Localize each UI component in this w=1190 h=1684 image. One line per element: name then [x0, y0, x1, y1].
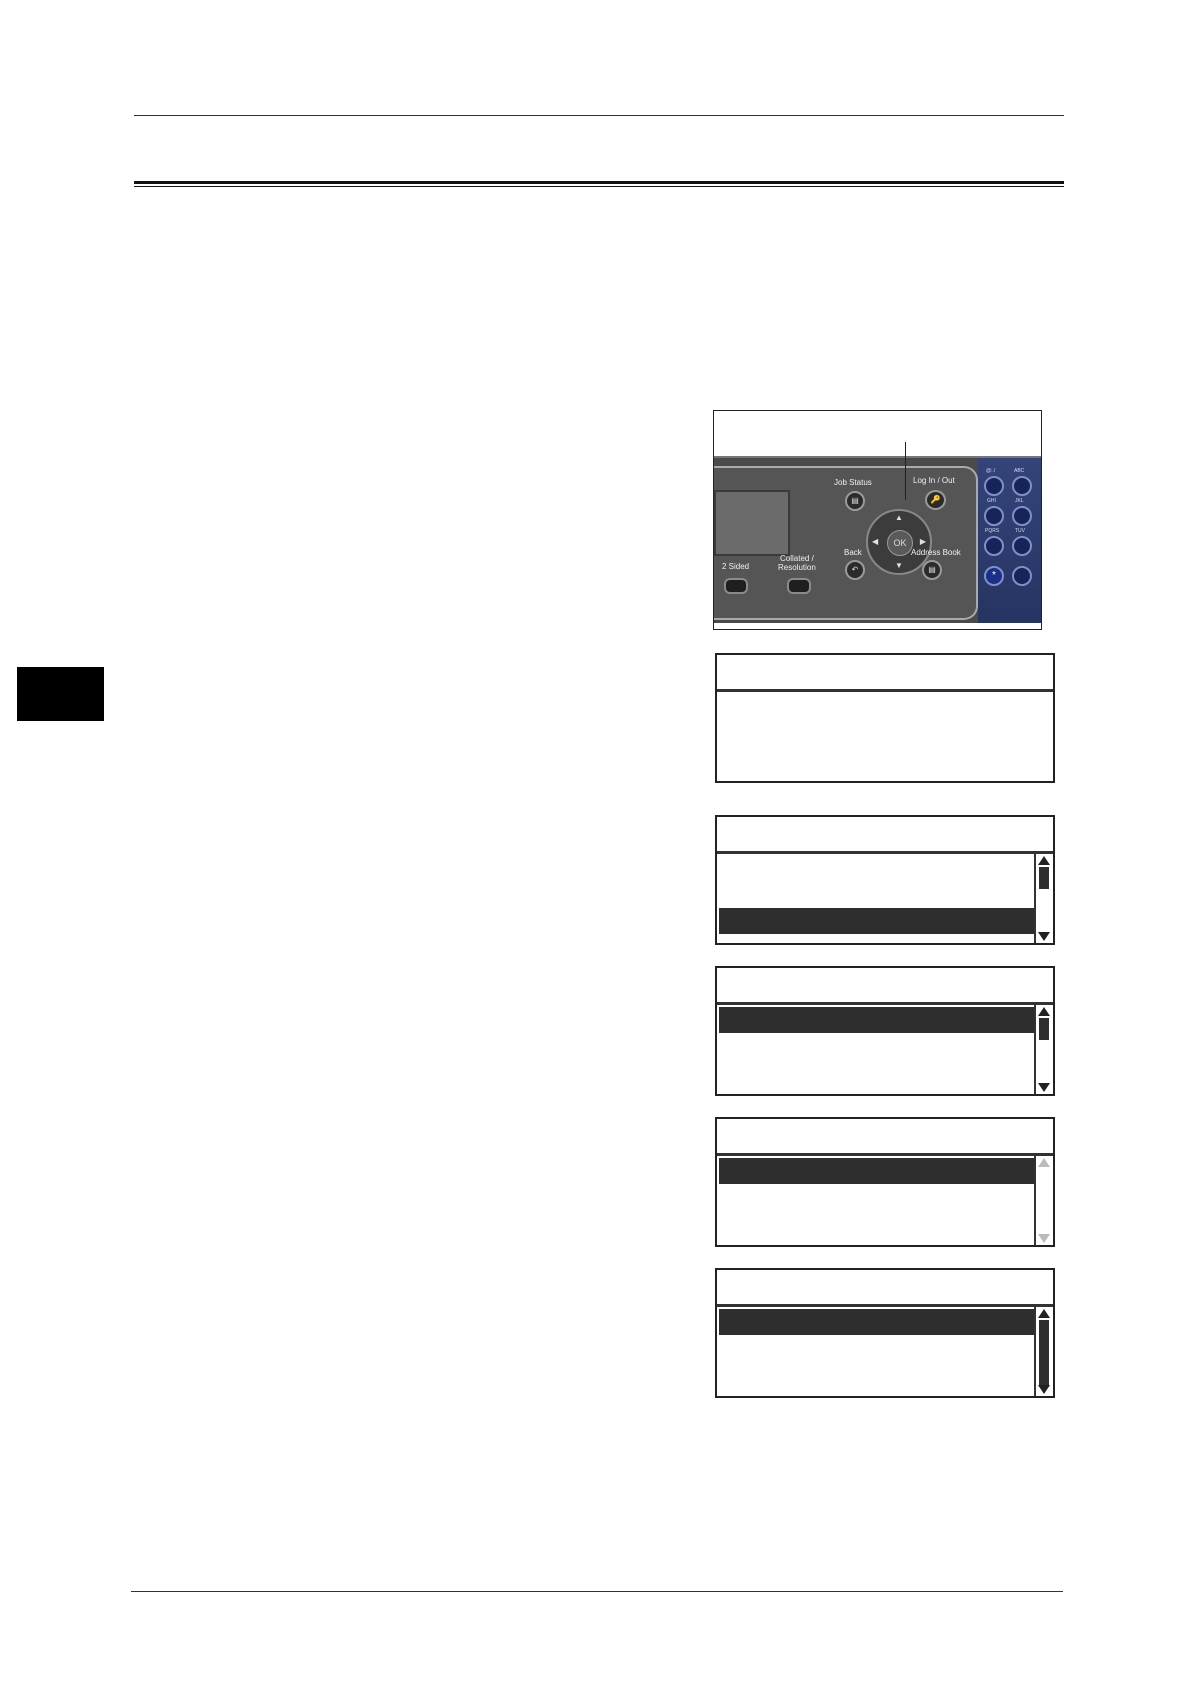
up-arrow-icon[interactable]: ▲ [895, 514, 903, 522]
keypad-key[interactable] [984, 506, 1004, 526]
job-status-label: Job Status [834, 478, 872, 487]
lcd-screen-5 [715, 1268, 1055, 1398]
scroll-up-icon[interactable] [1038, 1007, 1050, 1016]
keypad-key[interactable] [1012, 536, 1032, 556]
star-key[interactable]: * [984, 566, 1004, 586]
screen-header [717, 1119, 1053, 1156]
scroll-up-icon[interactable] [1038, 1309, 1050, 1318]
selected-menu-item[interactable] [719, 1007, 1034, 1033]
scroll-down-icon[interactable] [1038, 932, 1050, 941]
scrollbar[interactable] [1034, 1156, 1053, 1245]
scrollbar[interactable] [1034, 854, 1053, 943]
ok-button[interactable]: OK [887, 530, 913, 556]
scroll-up-icon[interactable] [1038, 1158, 1050, 1167]
screen-header [717, 817, 1053, 854]
selected-menu-item[interactable] [719, 908, 1034, 934]
down-arrow-icon[interactable]: ▼ [895, 562, 903, 570]
scroll-down-icon[interactable] [1038, 1083, 1050, 1092]
panel-lcd-display [714, 490, 790, 556]
lcd-screen-4 [715, 1117, 1055, 1247]
footer-rule [131, 1591, 1063, 1592]
screen-body [717, 692, 1053, 781]
lcd-screen-2 [715, 815, 1055, 945]
screen-body [717, 1005, 1053, 1094]
log-in-out-label: Log In / Out [913, 476, 955, 485]
keypad-label-1: @:./ [986, 468, 996, 474]
keypad-key[interactable] [1012, 566, 1032, 586]
control-panel-inner: Job Status ▤ Log In / Out 🔑 ▲ ▼ ◀ ▶ OK B… [714, 466, 978, 620]
callout-leader-line [905, 442, 906, 500]
keypad-label-7: PQRS [985, 528, 1000, 534]
scroll-down-icon[interactable] [1038, 1234, 1050, 1243]
scrollbar[interactable] [1034, 1005, 1053, 1094]
two-sided-label: 2 Sided [722, 562, 750, 571]
screen-header [717, 655, 1053, 692]
log-in-out-button[interactable]: 🔑 [925, 490, 946, 510]
screen-body [717, 854, 1053, 943]
chapter-tab [17, 667, 104, 721]
screen-body [717, 1307, 1053, 1396]
scroll-down-icon[interactable] [1038, 1385, 1050, 1394]
keypad-key[interactable] [1012, 506, 1032, 526]
scroll-up-icon[interactable] [1038, 856, 1050, 865]
screen-header [717, 968, 1053, 1005]
keypad-key[interactable] [984, 536, 1004, 556]
keypad-label-8: TUV [1015, 528, 1025, 534]
address-book-button[interactable]: ▤ [922, 560, 942, 580]
scroll-thumb[interactable] [1039, 1320, 1049, 1387]
job-status-button[interactable]: ▤ [845, 491, 865, 511]
lcd-screen-1 [715, 653, 1055, 783]
numeric-keypad: @:./ ABC GHI JKL PQRS TUV * [978, 458, 1041, 623]
left-arrow-icon[interactable]: ◀ [872, 538, 878, 546]
header-rule [134, 115, 1064, 116]
collated-resolution-label: Collated / Resolution [778, 554, 816, 572]
keypad-label-2: ABC [1014, 468, 1025, 474]
back-label: Back [844, 548, 862, 557]
keypad-key[interactable] [984, 476, 1004, 496]
address-book-label: Address Book [911, 548, 961, 557]
collated-resolution-button[interactable] [787, 578, 811, 594]
right-arrow-icon[interactable]: ▶ [920, 538, 926, 546]
title-rule [134, 181, 1064, 184]
lcd-screen-3 [715, 966, 1055, 1096]
screen-body [717, 1156, 1053, 1245]
title-rule-thin [134, 186, 1064, 187]
selected-menu-item[interactable] [719, 1158, 1034, 1184]
scrollbar[interactable] [1034, 1307, 1053, 1396]
control-panel-illustration: Job Status ▤ Log In / Out 🔑 ▲ ▼ ◀ ▶ OK B… [713, 410, 1042, 630]
two-sided-button[interactable] [724, 578, 748, 594]
scroll-thumb[interactable] [1039, 1018, 1049, 1040]
screen-header [717, 1270, 1053, 1307]
keypad-label-5: JKL [1015, 498, 1024, 504]
keypad-label-4: GHI [987, 498, 996, 504]
back-button[interactable]: ↶ [845, 560, 865, 580]
keypad-key[interactable] [1012, 476, 1032, 496]
scroll-thumb[interactable] [1039, 867, 1049, 889]
selected-menu-item[interactable] [719, 1309, 1034, 1335]
control-panel-body: Job Status ▤ Log In / Out 🔑 ▲ ▼ ◀ ▶ OK B… [714, 456, 1041, 623]
